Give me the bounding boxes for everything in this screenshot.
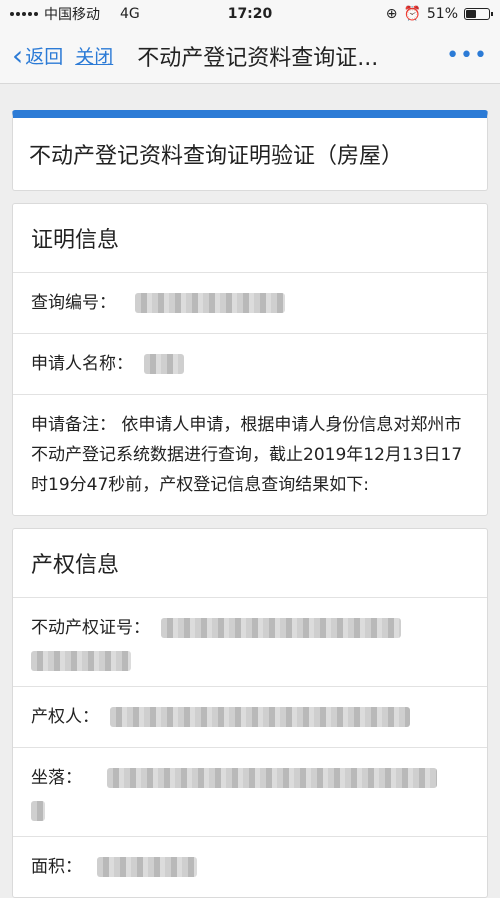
applicant-row: 申请人名称：: [13, 334, 487, 395]
query-number-row: 查询编号：: [13, 273, 487, 334]
redacted-query-number: [135, 293, 286, 313]
back-label: 返回: [25, 46, 64, 68]
close-button[interactable]: 关闭: [75, 42, 113, 69]
back-button[interactable]: ‹ 返回: [12, 38, 64, 72]
property-cert-row: 不动产权证号：: [13, 598, 487, 687]
battery-icon: [464, 8, 493, 20]
location-row: 坐落：: [13, 748, 487, 837]
property-info-card: 产权信息 不动产权证号： 产权人： 坐落： 面积：: [12, 528, 488, 898]
status-left: 中国移动 4G: [10, 4, 140, 24]
redacted-applicant-name: [144, 354, 185, 374]
area-label: 面积：: [31, 857, 82, 877]
document-title-card: 不动产登记资料查询证明验证（房屋）: [12, 110, 488, 191]
property-cert-label: 不动产权证号：: [31, 618, 150, 638]
document-title: 不动产登记资料查询证明验证（房屋）: [29, 144, 404, 169]
signal-icon: [10, 12, 38, 16]
network-type: 4G: [120, 6, 140, 22]
redacted-owner: [110, 707, 411, 727]
redacted-property-cert-number-cont: [31, 651, 131, 671]
certificate-info-card: 证明信息 查询编号： 申请人名称： 申请备注： 依申请人申请，根据申请人身份信息…: [12, 203, 488, 516]
status-bar: 中国移动 4G 17:20 ⊕ ⏰ 51%: [0, 0, 500, 28]
more-options-icon[interactable]: •••: [446, 43, 488, 68]
main-content: 不动产登记资料查询证明验证（房屋） 证明信息 查询编号： 申请人名称： 申请备注…: [0, 84, 500, 898]
redacted-area: [97, 857, 198, 877]
page-title: 不动产登记资料查询证...: [137, 45, 379, 71]
redacted-location: [107, 768, 438, 788]
carrier-name: 中国移动: [44, 7, 100, 23]
owner-label: 产权人：: [31, 707, 99, 727]
redacted-location-cont: [31, 801, 45, 821]
property-info-heading: 产权信息: [13, 529, 487, 598]
certificate-info-heading: 证明信息: [13, 204, 487, 273]
redacted-property-cert-number: [161, 618, 402, 638]
alarm-icon: ⏰: [403, 6, 421, 22]
area-row: 面积：: [13, 837, 487, 897]
battery-fill: [466, 10, 477, 18]
owner-row: 产权人：: [13, 687, 487, 748]
rotation-lock-icon: ⊕: [385, 6, 398, 22]
battery-percent: 51%: [426, 6, 458, 22]
query-number-label: 查询编号：: [31, 293, 116, 313]
remark-row: 申请备注： 依申请人申请，根据申请人身份信息对郑州市不动产登记系统数据进行查询，…: [13, 395, 487, 515]
status-right: ⊕ ⏰ 51%: [385, 6, 493, 22]
location-label: 坐落：: [31, 768, 82, 788]
nav-bar: ‹ 返回 关闭 不动产登记资料查询证... •••: [0, 28, 500, 84]
applicant-label: 申请人名称：: [31, 354, 133, 374]
chevron-left-icon: ‹: [12, 38, 24, 72]
remark-text: 申请备注： 依申请人申请，根据申请人身份信息对郑州市不动产登记系统数据进行查询，…: [31, 415, 463, 495]
